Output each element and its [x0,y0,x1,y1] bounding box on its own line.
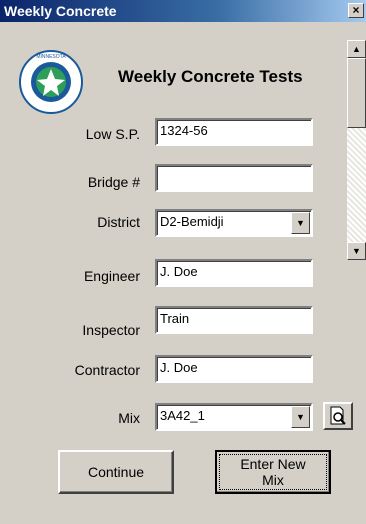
svg-text:MINNESOTA: MINNESOTA [36,54,66,60]
window-titlebar: Weekly Concrete × [0,0,366,22]
chevron-down-icon[interactable]: ▼ [291,406,310,428]
continue-button[interactable]: Continue [58,450,174,494]
window-title: Weekly Concrete [4,3,117,19]
inspector-input[interactable]: Train [155,306,313,334]
district-label: District [97,214,140,230]
mix-select[interactable]: 3A42_1 ▼ [155,403,313,431]
preview-mix-button[interactable] [323,402,353,430]
form-panel: MINNESOTA Weekly Concrete Tests Low S.P.… [0,22,366,524]
mndot-logo-icon: MINNESOTA [19,50,83,114]
close-icon[interactable]: × [348,3,364,18]
enter-new-mix-label-line1: Enter New [240,456,306,472]
engineer-label: Engineer [83,268,140,284]
bridge-input[interactable] [155,164,313,192]
district-value: D2-Bemidji [160,214,224,229]
enter-new-mix-button[interactable]: Enter New Mix [215,450,331,494]
low-sp-input[interactable]: 1324-56 [155,118,313,146]
mix-label: Mix [118,410,140,426]
contractor-input[interactable]: J. Doe [155,355,313,383]
low-sp-label: Low S.P. [85,126,140,142]
district-select[interactable]: D2-Bemidji ▼ [155,209,313,237]
engineer-input[interactable]: J. Doe [155,259,313,287]
scroll-down-arrow-icon[interactable]: ▼ [347,242,366,260]
scrollbar-thumb[interactable] [347,58,366,128]
vertical-scrollbar[interactable]: ▲ ▼ [347,40,366,260]
bridge-label: Bridge # [87,174,140,190]
scroll-up-arrow-icon[interactable]: ▲ [347,40,366,58]
magnifier-document-icon [330,406,346,425]
chevron-down-icon[interactable]: ▼ [291,212,310,234]
contractor-label: Contractor [74,362,140,378]
inspector-label: Inspector [82,322,140,338]
page-title: Weekly Concrete Tests [118,67,303,86]
mix-value: 3A42_1 [160,408,205,423]
enter-new-mix-label-line2: Mix [262,472,284,488]
